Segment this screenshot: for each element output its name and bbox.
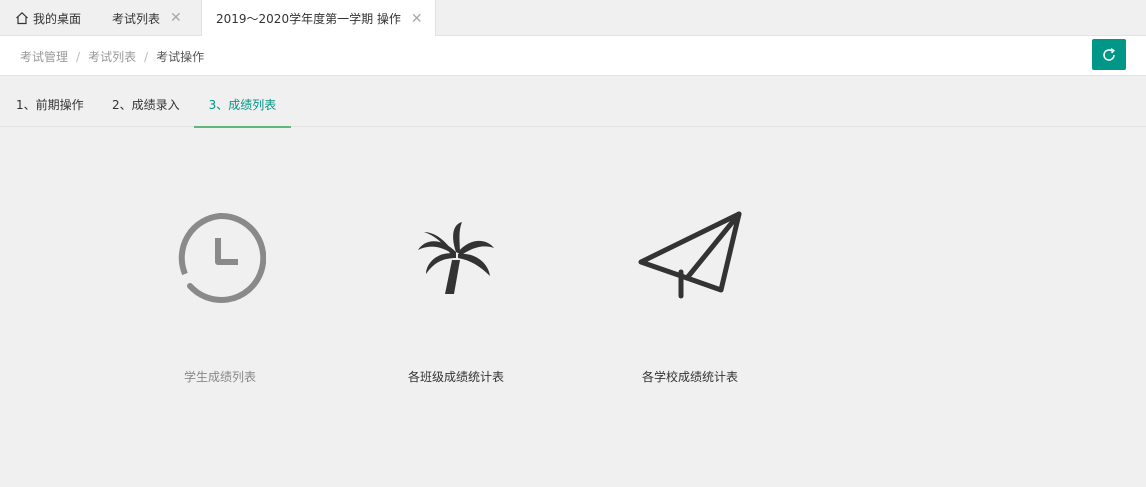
step-tab-score-entry[interactable]: 2、成绩录入 [112,76,180,127]
refresh-icon [1103,47,1115,61]
breadcrumb-item-exam-operation: 考试操作 [156,50,205,64]
step-tab-label: 3、成绩列表 [208,98,277,112]
breadcrumb-item-exam-management[interactable]: 考试管理 [20,50,68,64]
tab-label: 考试列表 [112,11,161,26]
step-tabs: 1、前期操作 2、成绩录入 3、成绩列表 [0,76,1146,128]
palm-tree-icon [418,222,494,294]
breadcrumb-item-exam-list[interactable]: 考试列表 [88,50,136,64]
step-tab-label: 2、成绩录入 [112,98,180,112]
card-school-score-stats[interactable]: 各学校成绩统计表 [610,200,770,400]
clock-icon [178,212,266,303]
card-label: 学生成绩列表 [183,370,256,384]
tab-desktop[interactable]: 我的桌面 [15,0,81,36]
step-tab-label: 1、前期操作 [16,98,84,112]
step-tab-prep[interactable]: 1、前期操作 [16,76,84,127]
close-icon[interactable]: ✕ [411,11,423,27]
breadcrumb-separator: / [144,50,149,64]
close-icon[interactable]: ✕ [170,10,182,26]
breadcrumb-separator: / [76,50,81,64]
step-tab-score-list[interactable]: 3、成绩列表 [194,76,291,128]
tab-label: 2019～2020学年度第一学期 操作 [216,12,401,26]
tab-exam-operation[interactable]: 2019～2020学年度第一学期 操作 ✕ [201,0,436,37]
card-label: 各班级成绩统计表 [407,370,504,384]
tab-label: 我的桌面 [33,11,82,26]
home-icon [16,11,28,25]
breadcrumb: 考试管理 / 考试列表 / 考试操作 [20,48,204,65]
refresh-button[interactable] [1092,39,1126,70]
breadcrumb-bar: 考试管理 / 考试列表 / 考试操作 [0,36,1146,76]
paper-plane-icon [638,211,742,299]
card-class-score-stats[interactable]: 各班级成绩统计表 [376,200,536,400]
tab-exam-list[interactable]: 考试列表 ✕ [112,0,182,36]
card-student-score-list[interactable]: 学生成绩列表 [140,200,300,400]
tab-bar: 我的桌面 考试列表 ✕ 2019～2020学年度第一学期 操作 ✕ [0,0,1146,37]
card-label: 各学校成绩统计表 [641,370,738,384]
